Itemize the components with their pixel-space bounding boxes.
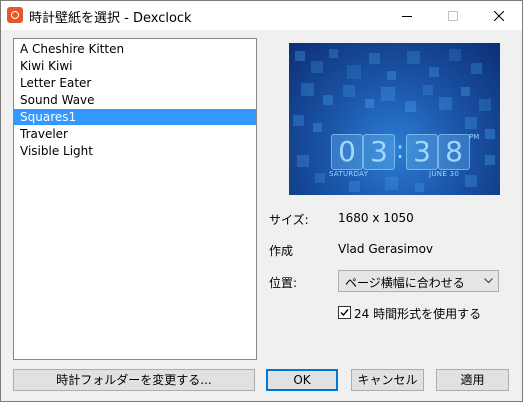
close-icon xyxy=(494,10,504,21)
minimize-icon xyxy=(402,15,412,17)
position-select[interactable]: ページ横幅に合わせる xyxy=(338,270,499,292)
list-item[interactable]: Sound Wave xyxy=(14,92,256,108)
change-folder-button[interactable]: 時計フォルダーを変更する... xyxy=(13,369,255,391)
position-select-value: ページ横幅に合わせる xyxy=(345,276,465,290)
list-item[interactable]: Kiwi Kiwi xyxy=(14,58,256,74)
squares-pattern xyxy=(293,49,495,192)
minimize-button[interactable] xyxy=(384,1,430,30)
list-item[interactable]: Letter Eater xyxy=(14,75,256,91)
clock-day: SATURDAY xyxy=(329,170,369,178)
wallpaper-dialog: 時計壁紙を選択 - Dexclock A Cheshire Kitten Kiw… xyxy=(0,0,523,402)
use-24h-label[interactable]: 24 時間形式を使用する xyxy=(354,305,481,322)
clock-digit: 8 xyxy=(438,134,470,170)
clock-digit: 3 xyxy=(406,134,438,170)
clock-digit: 0 xyxy=(331,134,363,170)
maximize-button xyxy=(430,1,476,30)
ok-button[interactable]: OK xyxy=(266,369,338,391)
use-24h-checkbox[interactable] xyxy=(338,306,351,319)
wallpaper-preview: 0 3 : 3 8 PM SATURDAY JUNE 30 xyxy=(289,43,500,195)
close-button[interactable] xyxy=(476,1,522,30)
size-value: 1680 x 1050 xyxy=(338,211,414,225)
list-item[interactable]: A Cheshire Kitten xyxy=(14,41,256,57)
position-label: 位置: xyxy=(269,276,298,290)
clock-digit: 3 xyxy=(363,134,395,170)
author-label: 作成 xyxy=(269,244,294,258)
list-item[interactable]: Visible Light xyxy=(14,143,256,159)
cancel-button[interactable]: キャンセル xyxy=(351,369,424,391)
apply-button[interactable]: 適用 xyxy=(436,369,509,391)
title-bar[interactable]: 時計壁紙を選択 - Dexclock xyxy=(1,1,522,30)
maximize-icon xyxy=(448,10,458,21)
list-item-selected[interactable]: Squares1 xyxy=(14,109,256,125)
clock-date: JUNE 30 xyxy=(429,170,460,178)
chevron-down-icon xyxy=(484,278,493,284)
size-label: サイズ: xyxy=(269,213,309,227)
wallpaper-list[interactable]: A Cheshire Kitten Kiwi Kiwi Letter Eater… xyxy=(13,38,257,360)
checkmark-icon xyxy=(340,309,349,317)
dexclock-app-icon xyxy=(7,7,23,23)
window-title: 時計壁紙を選択 - Dexclock xyxy=(29,11,192,26)
clock-separator: : xyxy=(396,136,405,164)
list-item[interactable]: Traveler xyxy=(14,126,256,142)
author-value: Vlad Gerasimov xyxy=(338,242,434,256)
clock-ampm: PM xyxy=(469,133,480,141)
